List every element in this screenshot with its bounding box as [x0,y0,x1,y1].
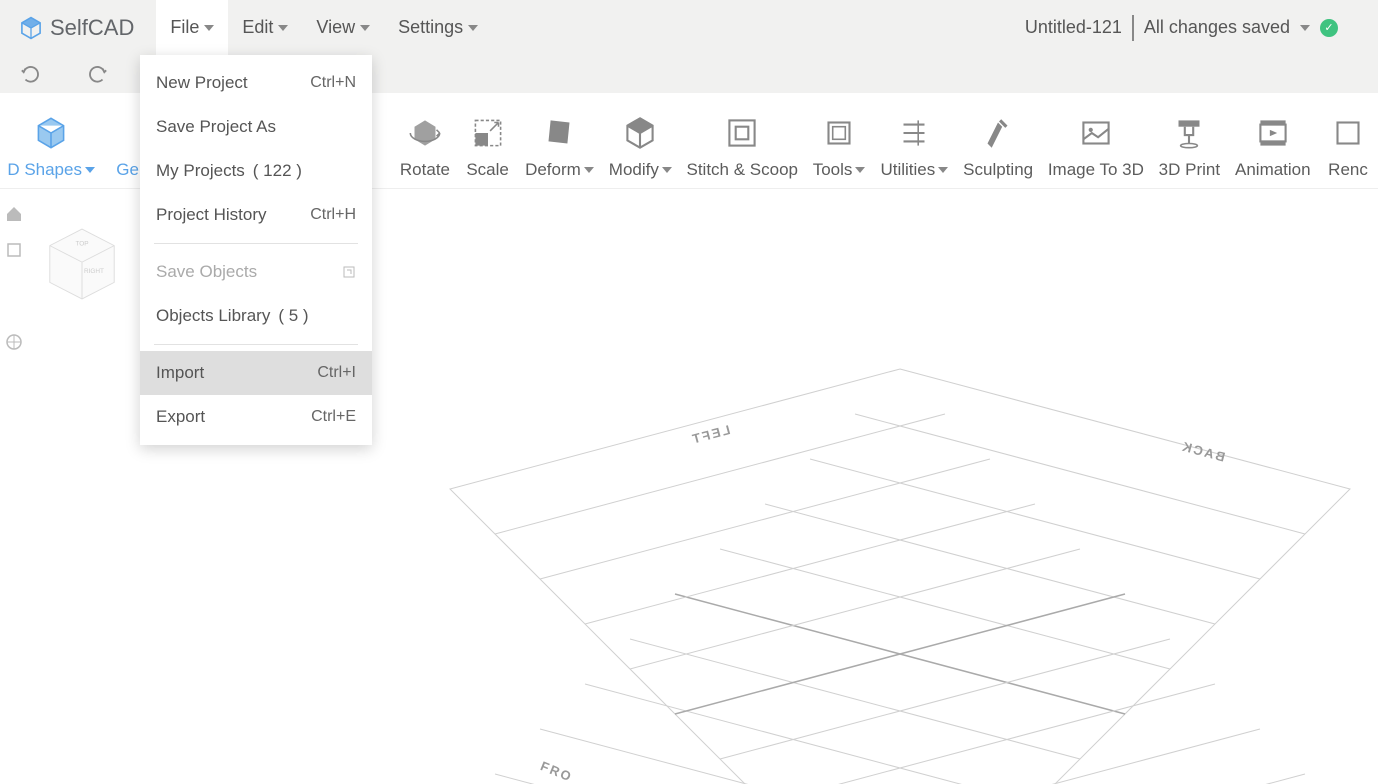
item-label: New Project [156,73,248,93]
tool-label: Animation [1235,160,1311,180]
workspace-grid [400,359,1378,784]
menu-view-label: View [316,17,355,38]
caret-down-icon [360,25,370,31]
menu-edit[interactable]: Edit [228,0,302,55]
tool-stitch-scoop[interactable]: Stitch & Scoop [679,112,805,180]
menu-import[interactable]: Import Ctrl+I [140,351,372,395]
menu-separator [154,243,358,244]
redo-icon[interactable] [86,63,108,85]
save-status: All changes saved [1144,17,1290,38]
menu-view[interactable]: View [302,0,384,55]
export-small-icon [342,265,356,279]
menu-file-label: File [170,17,199,38]
item-label: Project History [156,205,267,225]
tool-deform[interactable]: Deform [518,112,602,180]
utilities-icon [893,112,935,154]
keyboard-shortcut: Ctrl+E [311,408,356,426]
tool-label: Rotate [400,160,450,180]
tool-label: D Shapes [7,160,82,180]
menu-bar: SelfCAD File Edit View Settings Untitled… [0,0,1378,55]
tool-scale[interactable]: Scale [458,112,518,180]
file-dropdown: New Project Ctrl+N Save Project As My Pr… [140,55,372,445]
menu-separator [154,344,358,345]
menu-project-history[interactable]: Project History Ctrl+H [140,193,372,237]
tool-rotate[interactable]: Rotate [392,112,457,180]
menu-my-projects[interactable]: My Projects ( 122 ) [140,149,372,193]
caret-down-icon [584,167,594,173]
caret-down-icon [278,25,288,31]
caret-down-icon [468,25,478,31]
rotate-icon [404,112,446,154]
project-info: Untitled-121 All changes saved ✓ [1025,15,1378,41]
item-label: My Projects [156,161,245,181]
caret-down-icon [938,167,948,173]
tool-label: Modify [609,160,659,180]
animation-icon [1252,112,1294,154]
keyboard-shortcut: Ctrl+I [317,364,356,382]
menu-edit-label: Edit [242,17,273,38]
item-count: ( 5 ) [278,306,308,326]
item-label: Export [156,407,205,427]
item-label: Objects Library [156,306,270,326]
menu-new-project[interactable]: New Project Ctrl+N [140,61,372,105]
tool-sculpting[interactable]: Sculpting [956,112,1041,180]
item-count: ( 122 ) [253,161,302,181]
cube-icon [30,112,72,154]
menu-items: File Edit View Settings [156,0,492,55]
tool-3d-print[interactable]: 3D Print [1151,112,1227,180]
item-label: Save Objects [156,262,257,282]
caret-down-icon [662,167,672,173]
tool-label: Utilities [880,160,935,180]
deform-icon [538,112,580,154]
undo-icon[interactable] [20,63,42,85]
keyboard-shortcut: Ctrl+N [310,74,356,92]
tool-utilities[interactable]: Utilities [873,112,956,180]
tool-3d-shapes[interactable]: D Shapes [0,112,102,180]
tool-image-to-3d[interactable]: Image To 3D [1041,112,1152,180]
check-icon: ✓ [1320,19,1338,37]
tool-label: Tools [813,160,853,180]
menu-settings[interactable]: Settings [384,0,492,55]
tool-label: Renc [1328,160,1368,180]
modify-icon [619,112,661,154]
sculpting-icon [977,112,1019,154]
tool-render[interactable]: Renc [1318,112,1378,180]
tool-modify[interactable]: Modify [601,112,679,180]
tool-label: Deform [525,160,581,180]
tool-label: 3D Print [1159,160,1220,180]
menu-save-objects: Save Objects [140,250,372,294]
caret-down-icon [1300,25,1310,31]
tool-label: Image To 3D [1048,160,1144,180]
render-icon [1327,112,1369,154]
caret-down-icon [204,25,214,31]
image-icon [1075,112,1117,154]
divider [1132,15,1134,41]
scale-icon [467,112,509,154]
keyboard-shortcut: Ctrl+H [310,206,356,224]
tool-label: Stitch & Scoop [686,160,798,180]
item-label: Save Project As [156,117,276,137]
logo-cube-icon [18,15,44,41]
menu-settings-label: Settings [398,17,463,38]
menu-file[interactable]: File [156,0,228,55]
menu-objects-library[interactable]: Objects Library ( 5 ) [140,294,372,338]
caret-down-icon [855,167,865,173]
printer-icon [1168,112,1210,154]
tool-label: Scale [466,160,509,180]
app-logo: SelfCAD [18,15,134,41]
tool-tools[interactable]: Tools [805,112,873,180]
tool-animation[interactable]: Animation [1228,112,1318,180]
tool-label: Sculpting [963,160,1033,180]
menu-export[interactable]: Export Ctrl+E [140,395,372,439]
project-title: Untitled-121 [1025,17,1122,38]
caret-down-icon [85,167,95,173]
menu-save-project-as[interactable]: Save Project As [140,105,372,149]
item-label: Import [156,363,204,383]
stitch-icon [721,112,763,154]
logo-text: SelfCAD [50,15,134,41]
tools-icon [818,112,860,154]
